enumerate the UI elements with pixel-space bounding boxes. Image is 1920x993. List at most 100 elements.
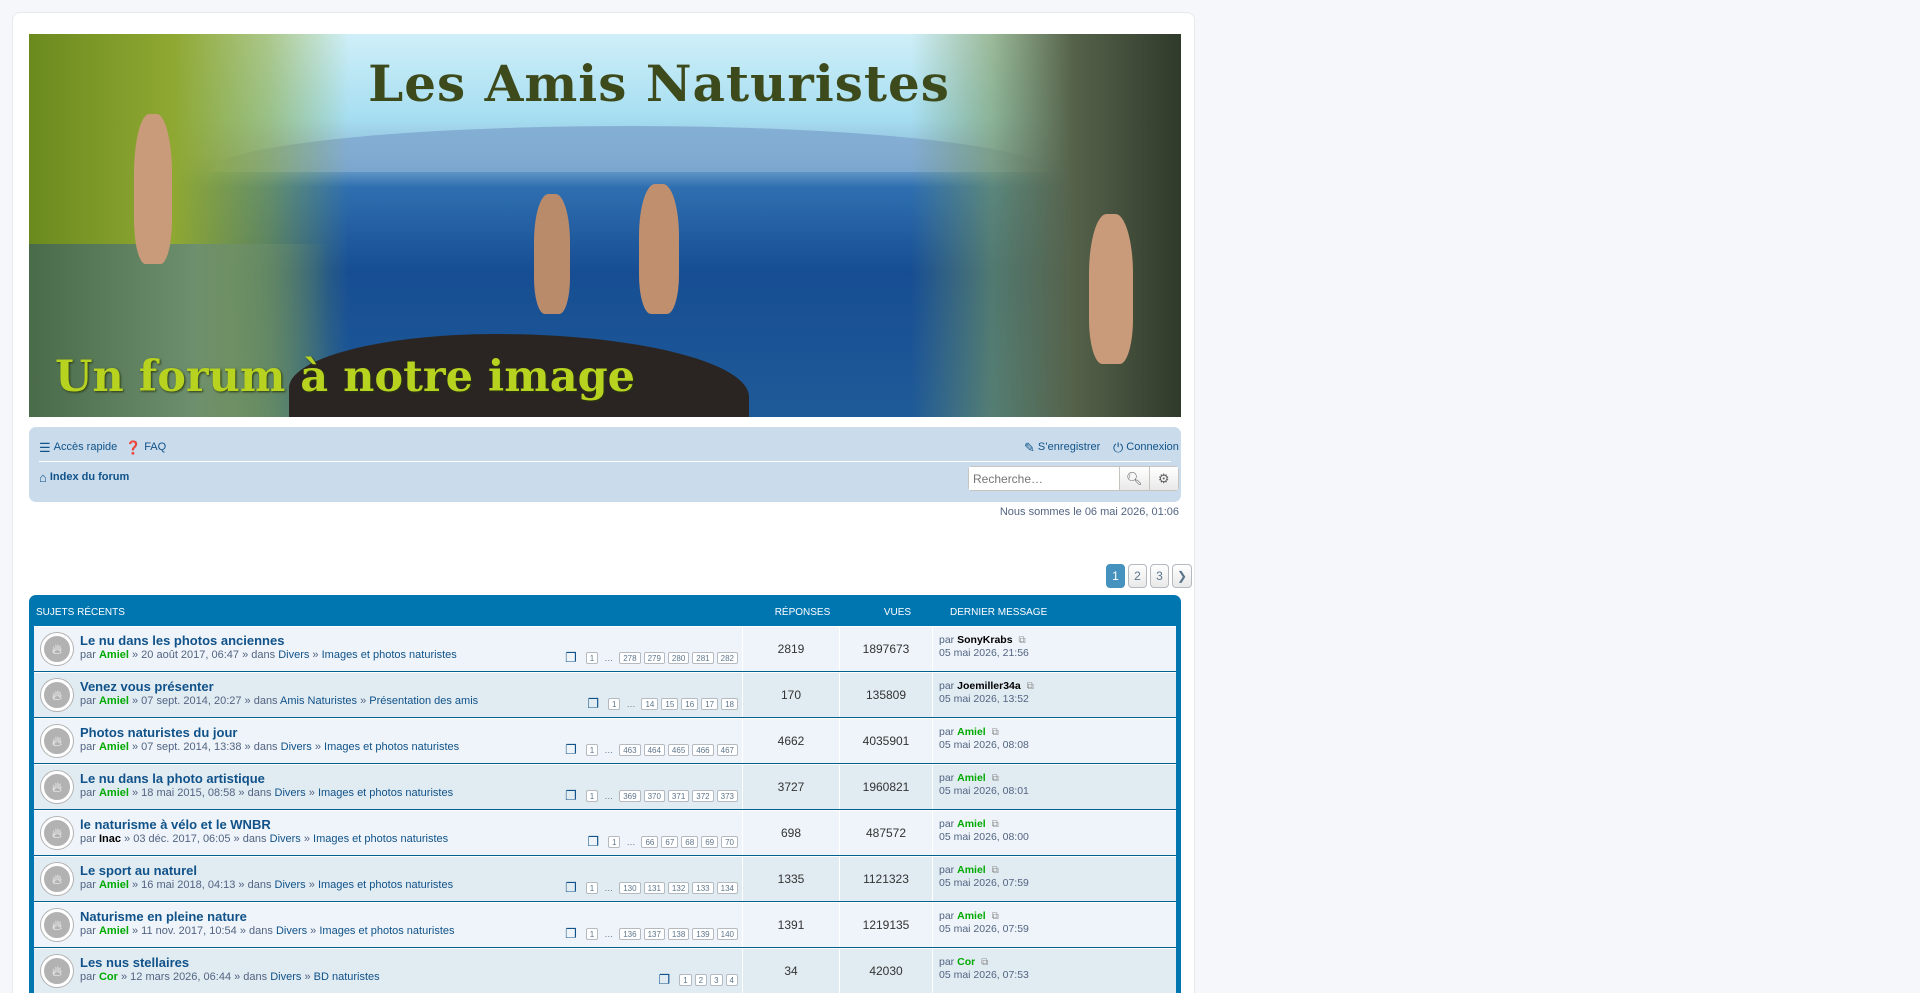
- page-link[interactable]: 1: [585, 928, 599, 940]
- subforum-link[interactable]: Images et photos naturistes: [318, 879, 453, 891]
- page-link[interactable]: 281: [692, 652, 714, 664]
- page-button-3[interactable]: 3: [1150, 564, 1169, 588]
- forum-link[interactable]: Divers: [270, 833, 301, 845]
- subforum-link[interactable]: Présentation des amis: [369, 695, 478, 707]
- external-link-icon[interactable]: ⧉: [1027, 681, 1034, 692]
- last-post-author[interactable]: SonyKrabs: [957, 634, 1012, 646]
- topic-author[interactable]: Amiel: [99, 787, 129, 799]
- page-link[interactable]: 1: [585, 652, 599, 664]
- quick-access-link[interactable]: ☰ Accès rapide: [39, 437, 117, 457]
- header-topics[interactable]: Sujets récents: [34, 600, 754, 626]
- page-link[interactable]: 134: [716, 882, 738, 894]
- topic-author[interactable]: Cor: [99, 971, 118, 983]
- page-link[interactable]: 140: [716, 928, 738, 940]
- last-post-author[interactable]: Cor: [957, 956, 975, 968]
- page-link[interactable]: 282: [716, 652, 738, 664]
- topic-title[interactable]: Le sport au naturel: [80, 863, 742, 878]
- topic-author[interactable]: Amiel: [99, 879, 129, 891]
- next-page-button[interactable]: ❯: [1172, 564, 1193, 588]
- advanced-search-button[interactable]: ⚙: [1148, 467, 1178, 490]
- last-post-author[interactable]: Joemiller34a: [957, 680, 1021, 692]
- external-link-icon[interactable]: ⧉: [992, 911, 999, 922]
- forum-link[interactable]: Divers: [275, 787, 306, 799]
- page-link[interactable]: 133: [692, 882, 714, 894]
- page-link[interactable]: 66: [641, 836, 659, 848]
- last-post-author[interactable]: Amiel: [957, 910, 986, 922]
- topic-title[interactable]: Venez vous présenter: [80, 679, 742, 694]
- topic-title[interactable]: Les nus stellaires: [80, 955, 742, 970]
- page-link[interactable]: 15: [661, 698, 679, 710]
- topic-title[interactable]: Photos naturistes du jour: [80, 725, 742, 740]
- subforum-link[interactable]: Images et photos naturistes: [313, 833, 448, 845]
- page-link[interactable]: 4: [725, 974, 738, 986]
- page-link[interactable]: 466: [692, 744, 714, 756]
- page-link[interactable]: 463: [619, 744, 641, 756]
- page-link[interactable]: 1: [585, 790, 599, 802]
- page-link[interactable]: 18: [721, 698, 738, 710]
- page-link[interactable]: 1: [585, 744, 599, 756]
- external-link-icon[interactable]: ⧉: [1018, 635, 1025, 646]
- forum-index-link[interactable]: ⌂ Index du forum: [39, 467, 129, 487]
- page-link[interactable]: 464: [643, 744, 665, 756]
- page-link[interactable]: 130: [619, 882, 641, 894]
- topic-author[interactable]: Inac: [99, 833, 121, 845]
- page-link[interactable]: 467: [716, 744, 738, 756]
- topic-title[interactable]: le naturisme à vélo et le WNBR: [80, 817, 742, 832]
- page-link[interactable]: 371: [667, 790, 690, 802]
- page-link[interactable]: 14: [641, 698, 659, 710]
- forum-link[interactable]: Divers: [270, 971, 301, 983]
- page-link[interactable]: 17: [701, 698, 719, 710]
- topic-author[interactable]: Amiel: [99, 695, 129, 707]
- forum-link[interactable]: Divers: [281, 741, 312, 753]
- page-link[interactable]: 369: [619, 790, 641, 802]
- page-link[interactable]: 465: [667, 744, 690, 756]
- search-button[interactable]: 🔍︎: [1119, 467, 1149, 490]
- page-link[interactable]: 279: [643, 652, 665, 664]
- subforum-link[interactable]: Images et photos naturistes: [324, 741, 459, 753]
- page-link[interactable]: 132: [667, 882, 690, 894]
- subforum-link[interactable]: Images et photos naturistes: [322, 649, 457, 661]
- page-link[interactable]: 138: [667, 928, 690, 940]
- external-link-icon[interactable]: ⧉: [981, 957, 988, 968]
- forum-link[interactable]: Divers: [276, 925, 307, 937]
- page-button-2[interactable]: 2: [1128, 564, 1147, 588]
- page-link[interactable]: 69: [701, 836, 719, 848]
- page-link[interactable]: 131: [643, 882, 665, 894]
- last-post-author[interactable]: Amiel: [957, 726, 986, 738]
- page-link[interactable]: 2: [694, 974, 708, 986]
- topic-author[interactable]: Amiel: [99, 925, 129, 937]
- external-link-icon[interactable]: ⧉: [992, 819, 999, 830]
- page-link[interactable]: 68: [681, 836, 699, 848]
- page-link[interactable]: 1: [679, 974, 692, 986]
- page-link[interactable]: 1: [585, 882, 599, 894]
- forum-link[interactable]: Divers: [275, 879, 306, 891]
- subforum-link[interactable]: Images et photos naturistes: [319, 925, 454, 937]
- page-link[interactable]: 70: [721, 836, 738, 848]
- page-link[interactable]: 3: [710, 974, 723, 986]
- external-link-icon[interactable]: ⧉: [992, 773, 999, 784]
- page-link[interactable]: 278: [619, 652, 641, 664]
- topic-title[interactable]: Naturisme en pleine nature: [80, 909, 742, 924]
- external-link-icon[interactable]: ⧉: [992, 865, 999, 876]
- page-link[interactable]: 67: [661, 836, 679, 848]
- page-link[interactable]: 372: [692, 790, 714, 802]
- forum-link[interactable]: Divers: [278, 649, 309, 661]
- search-input[interactable]: [969, 467, 1119, 490]
- register-link[interactable]: ✎ S’enregistrer: [1024, 437, 1100, 457]
- page-link[interactable]: 139: [692, 928, 714, 940]
- page-link[interactable]: 136: [619, 928, 641, 940]
- page-link[interactable]: 1: [608, 836, 621, 848]
- site-banner[interactable]: Les Amis Naturistes Un forum à notre ima…: [29, 34, 1181, 417]
- topic-title[interactable]: Le nu dans les photos anciennes: [80, 633, 742, 648]
- last-post-author[interactable]: Amiel: [957, 772, 986, 784]
- faq-link[interactable]: ❓ FAQ: [125, 437, 166, 457]
- subforum-link[interactable]: Images et photos naturistes: [318, 787, 453, 799]
- last-post-author[interactable]: Amiel: [957, 818, 986, 830]
- page-link[interactable]: 373: [716, 790, 738, 802]
- forum-link[interactable]: Amis Naturistes: [280, 695, 357, 707]
- external-link-icon[interactable]: ⧉: [992, 727, 999, 738]
- topic-author[interactable]: Amiel: [99, 649, 129, 661]
- last-post-author[interactable]: Amiel: [957, 864, 986, 876]
- page-link[interactable]: 137: [643, 928, 665, 940]
- topic-title[interactable]: Le nu dans la photo artistique: [80, 771, 742, 786]
